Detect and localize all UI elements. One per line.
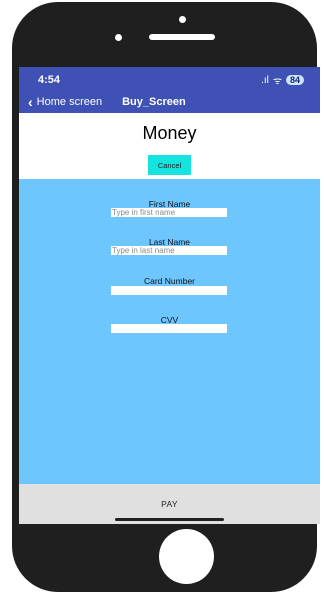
header-area: Money Cancel xyxy=(19,113,320,179)
navigation-bar: ‹ Home screen Buy_Screen xyxy=(19,91,320,113)
status-icons: .ıl ᯤ 84 xyxy=(261,73,304,87)
cancel-button[interactable]: Cancel xyxy=(148,155,191,175)
chevron-left-icon: ‹ xyxy=(28,94,33,110)
home-indicator xyxy=(115,518,224,521)
page-title: Buy_Screen xyxy=(122,96,186,108)
payment-form: First Name Last Name Card Number CVV xyxy=(19,179,320,484)
card-number-input[interactable] xyxy=(111,286,227,295)
first-name-input[interactable] xyxy=(111,208,227,217)
signal-icon: .ıl xyxy=(261,74,269,86)
wifi-icon: ᯤ xyxy=(272,76,282,87)
pay-button-label: PAY xyxy=(161,499,178,509)
money-heading: Money xyxy=(142,123,197,143)
home-button[interactable] xyxy=(159,529,214,584)
status-bar: 4:54 .ıl ᯤ 84 xyxy=(19,67,320,91)
back-button-label: Home screen xyxy=(36,96,103,108)
back-button[interactable]: ‹ Home screen xyxy=(28,95,102,109)
last-name-input[interactable] xyxy=(111,246,227,255)
front-camera xyxy=(115,34,122,41)
earpiece-speaker xyxy=(149,34,215,40)
card-number-label: Card Number xyxy=(143,276,196,286)
battery-icon: 84 xyxy=(285,75,304,85)
app-screen: 4:54 .ıl ᯤ 84 ‹ Home screen Buy_Screen M… xyxy=(19,67,320,524)
status-time: 4:54 xyxy=(38,74,61,86)
cvv-input[interactable] xyxy=(111,324,227,333)
sensor-dot xyxy=(179,16,186,23)
